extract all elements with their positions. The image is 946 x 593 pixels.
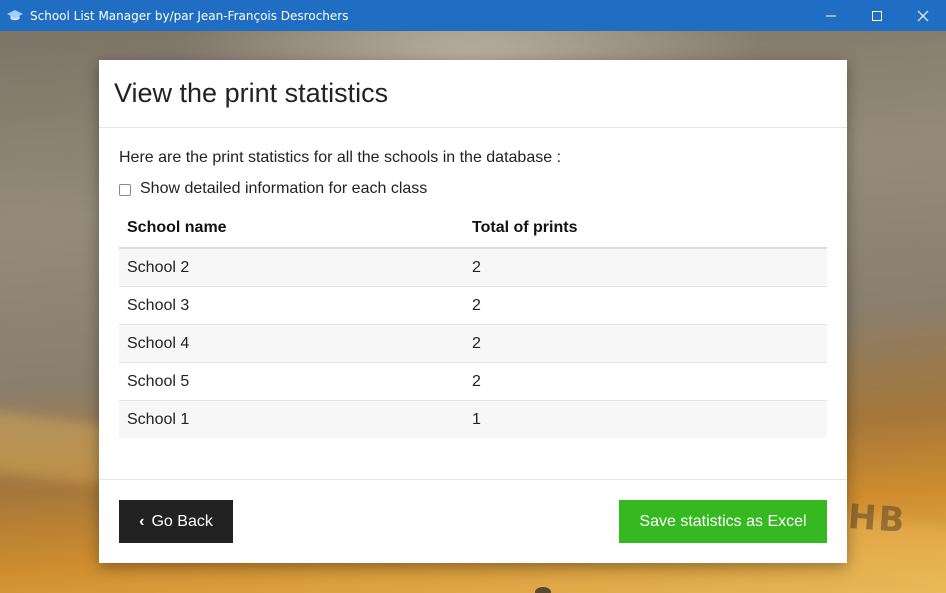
total-prints-cell: 2 <box>464 324 827 363</box>
card-body: Here are the print statistics for all th… <box>99 149 847 438</box>
table-row: School 4 2 <box>119 324 827 363</box>
table-row: School 3 2 <box>119 286 827 325</box>
table-row: School 1 1 <box>119 400 827 438</box>
minimize-button[interactable] <box>808 0 854 31</box>
column-header-school-name: School name <box>119 209 464 249</box>
total-prints-cell: 1 <box>464 400 827 438</box>
page-title: View the print statistics <box>114 78 389 108</box>
save-excel-label: Save statistics as Excel <box>639 512 807 530</box>
maximize-icon <box>872 10 882 21</box>
table-header-row: School name Total of prints <box>119 209 827 249</box>
graduation-cap-icon <box>0 0 30 31</box>
column-header-total-prints: Total of prints <box>464 209 827 249</box>
statistics-table: School name Total of prints School 2 2 S… <box>119 209 827 438</box>
detail-checkbox[interactable] <box>119 183 131 196</box>
window-title: School List Manager by/par Jean-François… <box>30 8 349 23</box>
pencil-tip <box>535 587 551 593</box>
go-back-label: Go Back <box>151 512 213 530</box>
total-prints-cell: 2 <box>464 362 827 401</box>
app-window: School List Manager by/par Jean-François… <box>0 0 946 593</box>
maximize-button[interactable] <box>854 0 900 31</box>
card-header: View the print statistics <box>99 60 847 128</box>
chevron-left-icon: ‹ <box>139 512 145 530</box>
school-name-cell: School 5 <box>119 362 464 401</box>
close-button[interactable] <box>900 0 946 31</box>
school-name-cell: School 4 <box>119 324 464 363</box>
title-bar[interactable]: School List Manager by/par Jean-François… <box>0 0 946 31</box>
card-footer: ‹ Go Back Save statistics as Excel <box>99 479 847 564</box>
statistics-card: View the print statistics Here are the p… <box>99 60 847 563</box>
school-name-cell: School 1 <box>119 400 464 438</box>
close-icon <box>917 10 929 21</box>
table-row: School 2 2 <box>119 247 827 287</box>
pencil-label: HB <box>846 497 908 541</box>
detail-checkbox-label[interactable]: Show detailed information for each class <box>140 180 427 198</box>
detail-checkbox-row[interactable]: Show detailed information for each class <box>119 180 827 198</box>
total-prints-cell: 2 <box>464 286 827 325</box>
total-prints-cell: 2 <box>464 247 827 287</box>
table-row: School 5 2 <box>119 362 827 401</box>
school-name-cell: School 2 <box>119 247 464 287</box>
save-excel-button[interactable]: Save statistics as Excel <box>619 500 827 543</box>
go-back-button[interactable]: ‹ Go Back <box>119 500 233 543</box>
school-name-cell: School 3 <box>119 286 464 325</box>
minimize-icon <box>826 15 836 16</box>
intro-text: Here are the print statistics for all th… <box>119 149 562 166</box>
